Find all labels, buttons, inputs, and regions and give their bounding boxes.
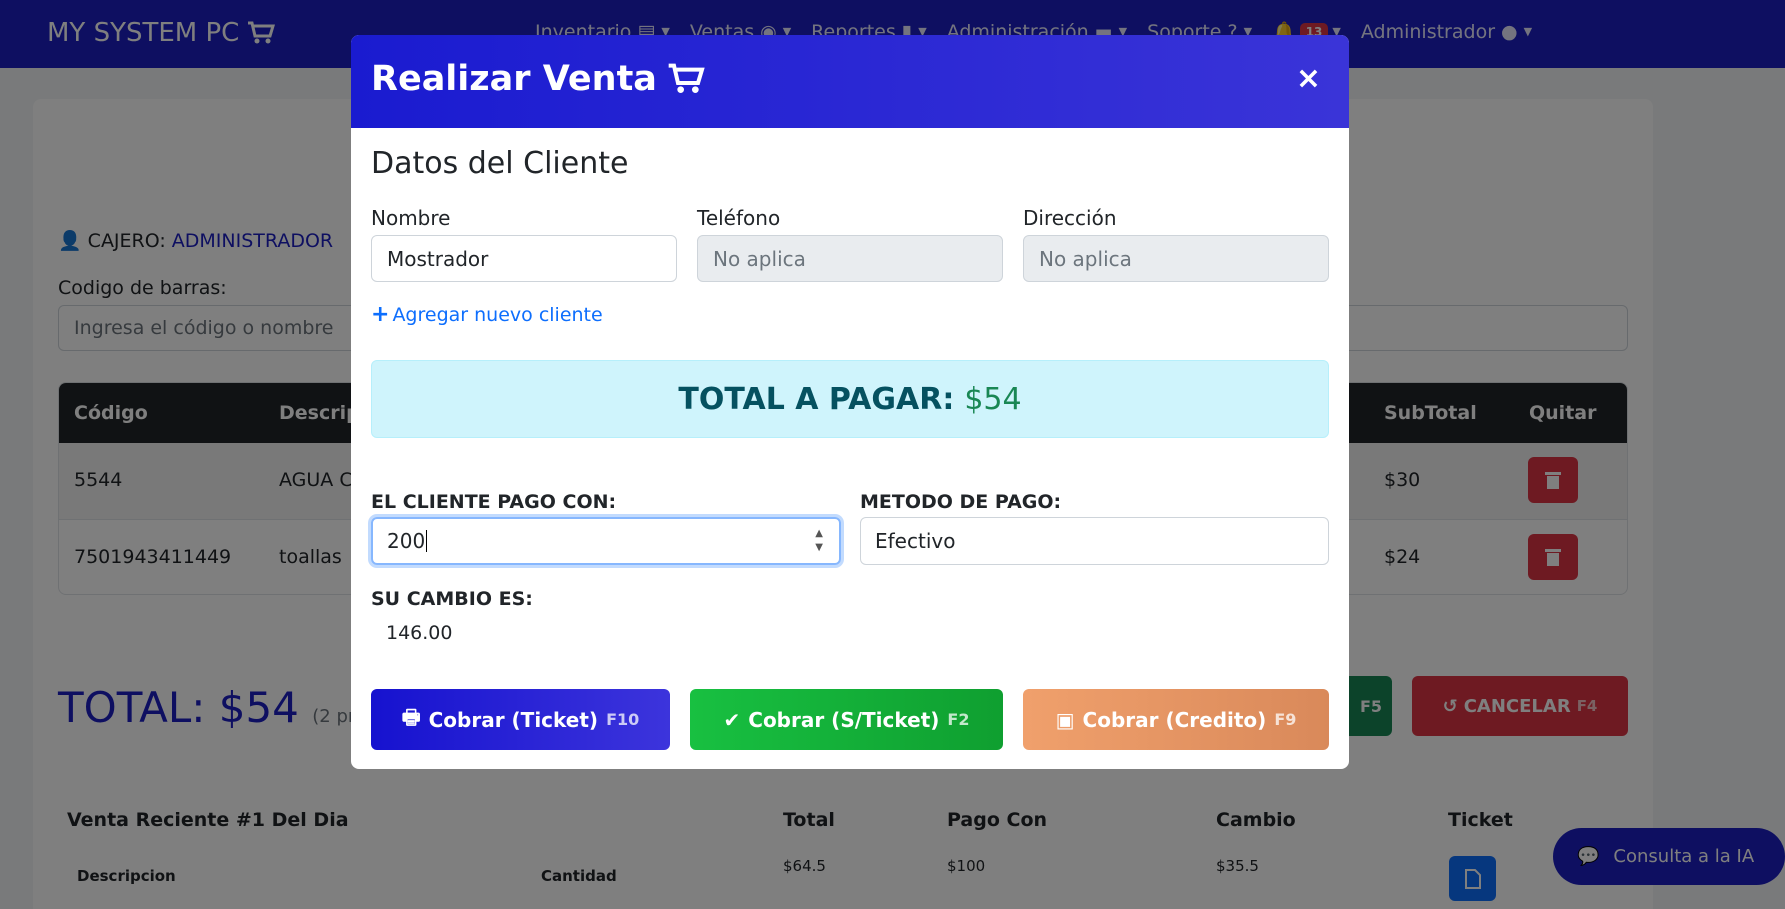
plus-icon: + [371,302,390,327]
cambio-label: SU CAMBIO ES: [371,588,533,610]
telefono-label: Teléfono [697,206,781,230]
add-client-label: Agregar nuevo cliente [392,303,603,326]
modal-title-text: Realizar Venta [371,59,657,99]
cobrar-sticket-button[interactable]: ✔ Cobrar (S/Ticket) F2 [690,689,1003,750]
modal-header: Realizar Venta × [351,35,1349,128]
pago-value: 200 [387,529,426,553]
total-to-pay: TOTAL A PAGAR: $54 [371,360,1329,438]
total-to-pay-amount: $54 [964,381,1022,417]
add-client-link[interactable]: + Agregar nuevo cliente [371,302,603,327]
cobrar-credito-key: F9 [1274,710,1297,729]
cobrar-sticket-label: Cobrar (S/Ticket) [748,707,940,732]
nombre-label: Nombre [371,206,451,230]
close-button[interactable]: × [1296,64,1321,94]
cobrar-ticket-button[interactable]: 🖶 Cobrar (Ticket) F10 [371,689,670,750]
text-caret [426,530,428,552]
pago-label: EL CLIENTE PAGO CON: [371,491,617,513]
modal-title: Realizar Venta [371,59,705,99]
cart-icon [668,63,705,93]
direccion-field: No aplica [1023,235,1329,282]
pago-input[interactable]: 200 ▲ ▼ [371,517,841,565]
id-card-icon: ▣ [1055,707,1075,732]
nombre-field[interactable]: Mostrador [371,235,677,282]
metodo-label: METODO DE PAGO: [860,491,1062,513]
number-spinner[interactable]: ▲ ▼ [815,527,823,555]
printer-icon: 🖶 [401,704,421,729]
total-to-pay-label: TOTAL A PAGAR: [678,381,955,417]
spin-down-icon[interactable]: ▼ [815,541,823,555]
cambio-value: 146.00 [386,622,453,644]
sale-modal: Realizar Venta × Datos del Cliente Nombr… [351,35,1349,769]
cobrar-ticket-label: Cobrar (Ticket) [428,707,599,732]
check-circle-icon: ✔ [723,707,741,732]
cobrar-credito-label: Cobrar (Credito) [1082,707,1267,732]
section-title: Datos del Cliente [371,146,629,181]
cobrar-credito-button[interactable]: ▣ Cobrar (Credito) F9 [1023,689,1329,750]
metodo-select[interactable]: Efectivo [860,517,1329,565]
cobrar-ticket-key: F10 [606,710,640,729]
cobrar-sticket-key: F2 [947,710,970,729]
direccion-label: Dirección [1023,206,1117,230]
telefono-field: No aplica [697,235,1003,282]
spin-up-icon[interactable]: ▲ [815,527,823,541]
